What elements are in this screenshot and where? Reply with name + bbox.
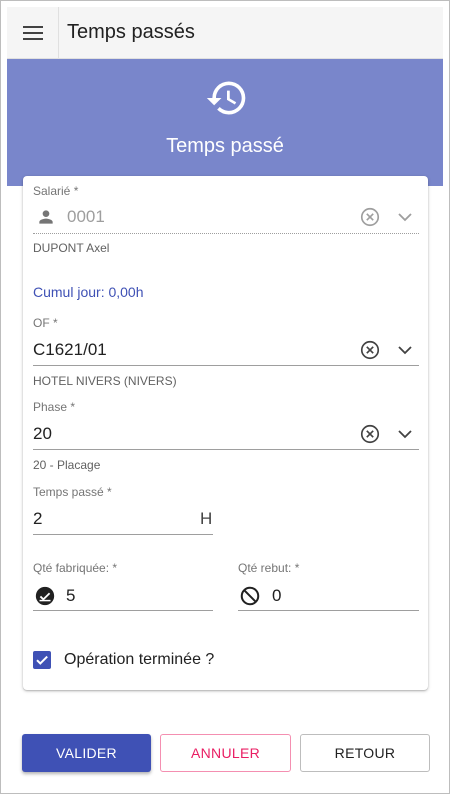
salarie-hint: DUPONT Axel <box>33 241 110 255</box>
clear-icon[interactable] <box>359 339 381 361</box>
clear-icon[interactable] <box>359 423 381 445</box>
menu-button[interactable] <box>7 6 59 59</box>
of-hint: HOTEL NIVERS (NIVERS) <box>33 374 177 388</box>
temps-unit: H <box>200 509 213 528</box>
hero-title: Temps passé <box>166 135 284 157</box>
qte-fabriquee-input[interactable]: 5 <box>66 586 75 606</box>
retour-button[interactable]: RETOUR <box>300 734 430 772</box>
phase-underline <box>33 449 419 450</box>
menu-icon <box>22 25 43 40</box>
form-card: Salarié * 0001 DUPONT Axel Cumul jour: 0… <box>23 176 428 690</box>
check-circle-icon <box>33 584 57 608</box>
temps-label: Temps passé * <box>33 485 112 499</box>
chevron-down-icon[interactable] <box>394 339 416 361</box>
valider-button[interactable]: VALIDER <box>22 734 151 772</box>
qte-rebut-label: Qté rebut: * <box>238 561 300 575</box>
qte-rebut-underline <box>238 610 419 611</box>
person-icon <box>35 206 57 228</box>
clear-icon[interactable] <box>359 206 381 228</box>
app-bar: Temps passés <box>7 6 443 59</box>
salarie-label: Salarié * <box>33 184 79 198</box>
chevron-down-icon[interactable] <box>394 423 416 445</box>
qte-fabriquee-label: Qté fabriquée: * <box>33 561 118 575</box>
history-icon <box>205 76 249 120</box>
of-input[interactable]: C1621/01 <box>33 340 107 360</box>
of-underline <box>33 365 419 366</box>
salarie-underline <box>33 233 419 234</box>
qte-fabriquee-underline <box>33 610 213 611</box>
page-title: Temps passés <box>67 21 195 43</box>
operation-terminee-checkbox[interactable] <box>31 649 53 671</box>
temps-underline <box>33 534 213 535</box>
hero-banner: Temps passé <box>7 59 443 186</box>
chevron-down-icon[interactable] <box>394 206 416 228</box>
qte-rebut-input[interactable]: 0 <box>272 586 281 606</box>
phase-hint: 20 - Placage <box>33 458 101 472</box>
phase-label: Phase * <box>33 400 76 414</box>
phase-input[interactable]: 20 <box>33 424 52 444</box>
cumul-jour: Cumul jour: 0,00h <box>33 284 144 300</box>
salarie-input[interactable]: 0001 <box>67 207 105 227</box>
temps-input[interactable]: 2 <box>33 509 42 529</box>
annuler-button[interactable]: ANNULER <box>160 734 291 772</box>
block-icon <box>238 584 262 608</box>
operation-terminee-label[interactable]: Opération terminée ? <box>64 651 214 669</box>
of-label: OF * <box>33 316 58 330</box>
